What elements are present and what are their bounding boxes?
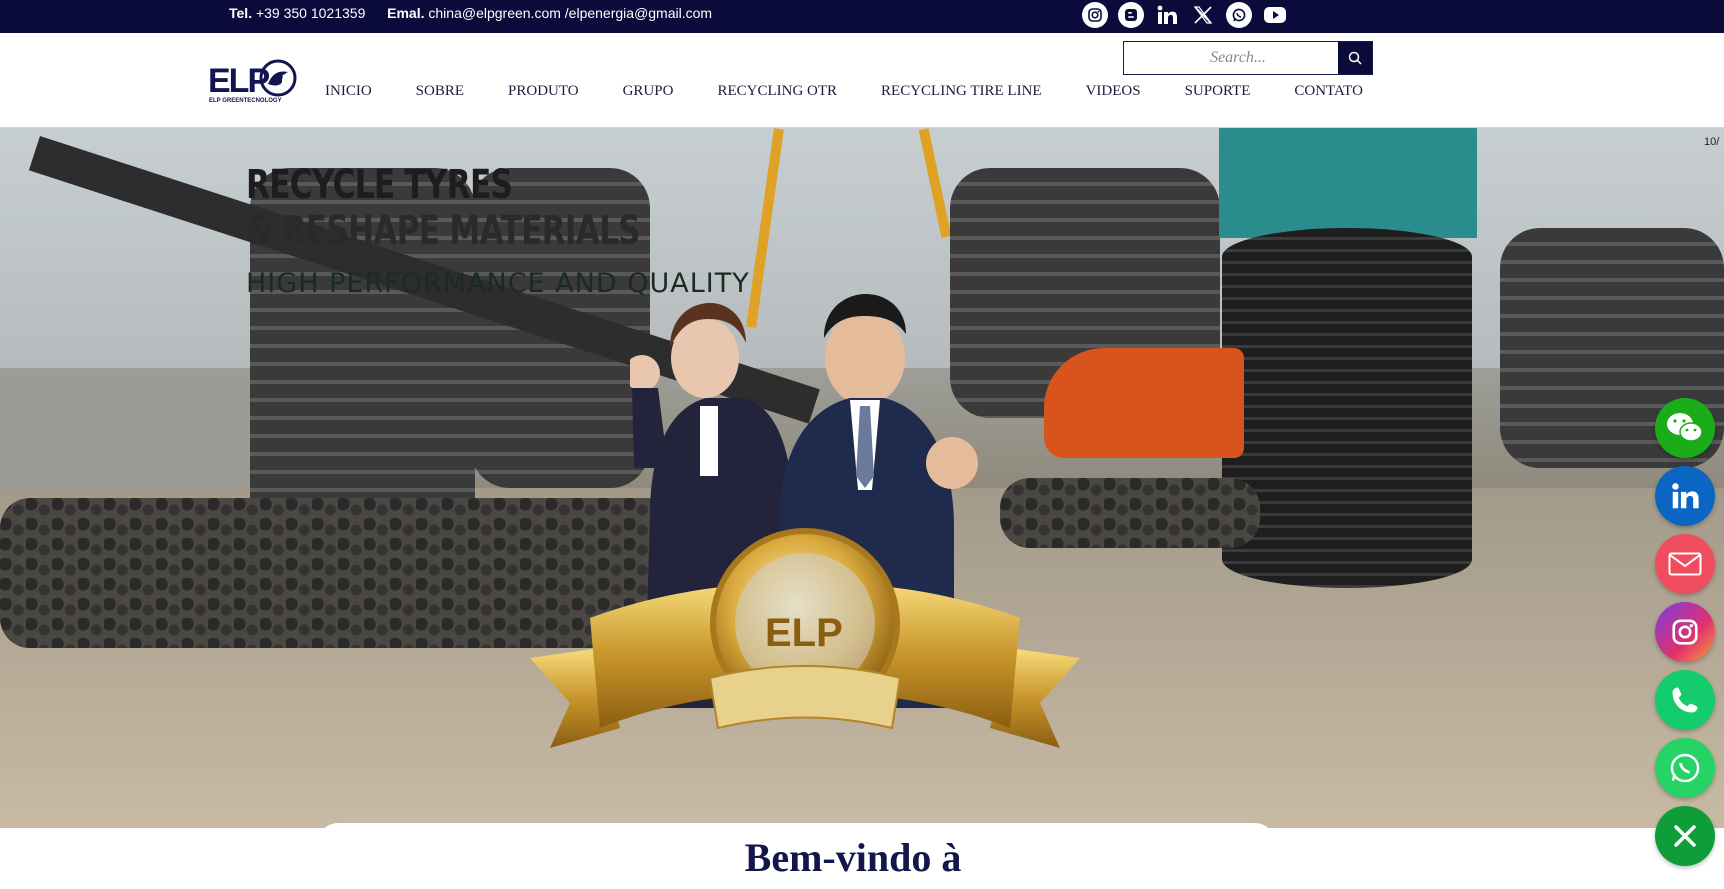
instagram-icon[interactable]	[1082, 2, 1108, 28]
medal-text: ELP	[765, 611, 843, 655]
nav-recycling-tire-line[interactable]: RECYCLING TIRE LINE	[859, 83, 1064, 100]
elp-gold-medal: ELP	[530, 528, 1080, 748]
whatsapp-icon[interactable]	[1226, 2, 1252, 28]
elp-logo[interactable]: ELP ELP GREENTECNOLOGY	[208, 58, 297, 108]
hero-wall	[0, 378, 250, 488]
orange-machine	[1044, 348, 1244, 458]
instagram-icon	[1672, 619, 1698, 645]
email-label: Emal.	[387, 5, 425, 21]
linkedin-icon[interactable]	[1154, 2, 1180, 28]
nav-videos[interactable]: VIDEOS	[1064, 83, 1163, 100]
tel-value[interactable]: +39 350 1021359	[256, 5, 365, 21]
nav-grupo[interactable]: GRUPO	[601, 83, 696, 100]
rubber-coils	[1222, 228, 1472, 588]
phone-icon	[1672, 687, 1698, 713]
nav-contato[interactable]: CONTATO	[1272, 83, 1385, 100]
slide-counter: 10/	[1704, 136, 1720, 148]
search-button[interactable]	[1338, 42, 1372, 74]
social-links	[1082, 2, 1288, 28]
youtube-icon[interactable]	[1262, 2, 1288, 28]
nav-suporte[interactable]: SUPORTE	[1163, 83, 1273, 100]
instagram-share-button[interactable]	[1655, 602, 1715, 662]
wechat-button[interactable]	[1655, 398, 1715, 458]
nav-inicio[interactable]: INICIO	[303, 83, 394, 100]
site-header: ELP ELP GREENTECNOLOGY INICIO SOBRE PROD…	[0, 33, 1724, 128]
tel-label: Tel.	[229, 5, 253, 21]
lion-logo-icon	[259, 59, 297, 97]
search-icon	[1348, 51, 1362, 65]
hero-title-line2: & RESHAPE MATERIALS	[246, 208, 641, 254]
nav-sobre[interactable]: SOBRE	[394, 83, 486, 100]
email-icon	[1668, 552, 1702, 576]
linkedin-share-button[interactable]	[1655, 466, 1715, 526]
close-share-button[interactable]	[1655, 806, 1715, 866]
blue-tower	[1219, 128, 1477, 238]
hero-title-line1: RECYCLE TYRES	[246, 162, 513, 208]
whatsapp-share-button[interactable]	[1655, 738, 1715, 798]
welcome-heading-wrap: Bem-vindo à	[0, 834, 1724, 881]
nav-recycling-otr[interactable]: RECYCLING OTR	[695, 83, 859, 100]
x-icon[interactable]	[1190, 2, 1216, 28]
nav-produto[interactable]: PRODUTO	[486, 83, 601, 100]
hero-slideshow: RECYCLE TYRES & RESHAPE MATERIALS HIGH P…	[0, 128, 1724, 828]
wechat-icon	[1667, 413, 1703, 442]
email-button[interactable]	[1655, 534, 1715, 594]
contact-info: Tel. +39 350 1021359 Emal. china@elpgree…	[229, 5, 712, 21]
main-nav: INICIO SOBRE PRODUTO GRUPO RECYCLING OTR…	[303, 83, 1385, 100]
hero-title: RECYCLE TYRES & RESHAPE MATERIALS	[246, 162, 641, 254]
top-contact-bar: Tel. +39 350 1021359 Emal. china@elpgree…	[0, 0, 1724, 33]
search-box	[1123, 41, 1373, 75]
email-value[interactable]: china@elpgreen.com /elpenergia@gmail.com	[428, 5, 712, 21]
logo-tagline: ELP GREENTECNOLOGY	[209, 98, 282, 104]
blogger-icon[interactable]	[1118, 2, 1144, 28]
phone-button[interactable]	[1655, 670, 1715, 730]
search-input[interactable]	[1124, 42, 1338, 74]
welcome-heading: Bem-vindo à	[744, 835, 962, 880]
whatsapp-icon	[1670, 753, 1700, 783]
linkedin-icon	[1672, 483, 1699, 509]
close-icon	[1674, 825, 1696, 847]
